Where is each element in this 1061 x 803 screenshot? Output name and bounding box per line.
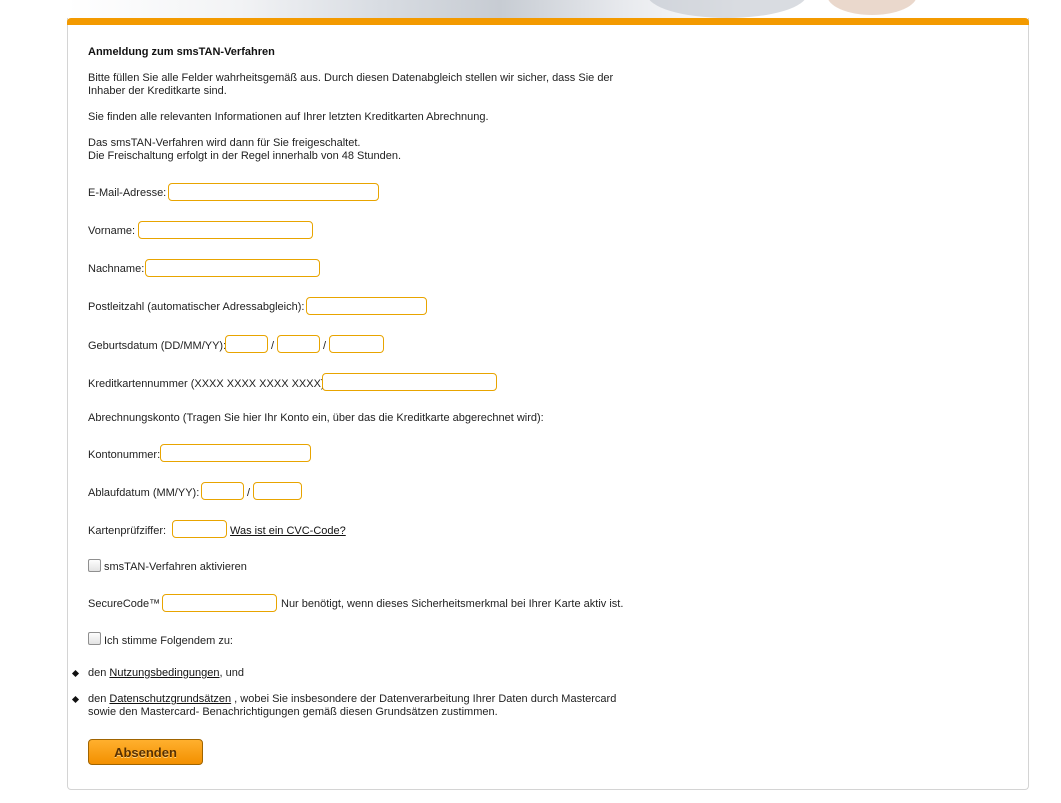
vorname-field[interactable] (138, 221, 313, 239)
smstan-checkbox-label: smsTAN-Verfahren aktivieren (104, 561, 247, 573)
date-separator: / (247, 487, 251, 499)
date-separator: / (271, 340, 275, 352)
agree-checkbox-label: Ich stimme Folgendem zu: (104, 635, 233, 647)
terms-item-datenschutz-line2: sowie den Mastercard- Benachrichtigungen… (88, 706, 498, 718)
page-title: Anmeldung zum smsTAN-Verfahren (88, 46, 275, 58)
abrechnungskonto-text: Abrechnungskonto (Tragen Sie hier Ihr Ko… (88, 412, 544, 424)
date-separator: / (323, 340, 327, 352)
terms-item-text: , wobei Sie insbesondere der Datenverarb… (231, 693, 617, 705)
securecode-label: SecureCode™ (88, 598, 161, 610)
terms-item-text: den (88, 693, 110, 705)
submit-button[interactable]: Absenden (88, 739, 203, 765)
birth-year-field[interactable] (329, 335, 384, 353)
email-label: E-Mail-Adresse: (88, 187, 167, 199)
birth-month-field[interactable] (277, 335, 320, 353)
terms-item-nutzungsbedingungen: den Nutzungsbedingungen, und (88, 667, 244, 680)
kreditkarte-field[interactable] (322, 373, 497, 391)
intro-text-line1: Bitte füllen Sie alle Felder wahrheitsge… (88, 72, 614, 84)
intro-text-line5: Die Freischaltung erfolgt in der Regel i… (88, 150, 402, 162)
vorname-label: Vorname: (88, 225, 136, 237)
nachname-label: Nachname: (88, 263, 145, 275)
plz-label: Postleitzahl (automatischer Adressabglei… (88, 301, 305, 313)
agree-checkbox[interactable] (88, 632, 101, 645)
smstan-checkbox[interactable] (88, 559, 101, 572)
geburtsdatum-label: Geburtsdatum (DD/MM/YY): (88, 340, 227, 352)
email-field[interactable] (168, 183, 379, 201)
birth-day-field[interactable] (225, 335, 268, 353)
datenschutz-link[interactable]: Datenschutzgrundsätzen (109, 693, 231, 705)
pruefziffer-label: Kartenprüfziffer: (88, 525, 167, 537)
nutzungsbedingungen-link[interactable]: Nutzungsbedingungen (109, 667, 219, 679)
securecode-hint: Nur benötigt, wenn dieses Sicherheitsmer… (281, 598, 624, 610)
nachname-field[interactable] (145, 259, 320, 277)
intro-text-line4: Das smsTAN-Verfahren wird dann für Sie f… (88, 137, 361, 149)
ablaufdatum-label: Ablaufdatum (MM/YY): (88, 487, 200, 499)
terms-item-datenschutz: den Datenschutzgrundsätzen , wobei Sie i… (88, 693, 616, 706)
terms-item-text: , und (219, 667, 244, 679)
expiry-year-field[interactable] (253, 482, 302, 500)
intro-text-line2: Inhaber der Kreditkarte sind. (88, 85, 227, 97)
securecode-field[interactable] (162, 594, 277, 612)
intro-text-line3: Sie finden alle relevanten Informationen… (88, 111, 489, 123)
plz-field[interactable] (306, 297, 427, 315)
kreditkarte-label: Kreditkartennummer (XXXX XXXX XXXX XXXX)… (88, 378, 328, 390)
cvc-help-link[interactable]: Was ist ein CVC-Code? (230, 525, 346, 538)
kontonummer-label: Kontonummer: (88, 449, 161, 461)
expiry-month-field[interactable] (201, 482, 244, 500)
cvc-field[interactable] (172, 520, 227, 538)
terms-item-text: den (88, 667, 110, 679)
kontonummer-field[interactable] (160, 444, 311, 462)
panel-accent-bar (67, 18, 1029, 25)
